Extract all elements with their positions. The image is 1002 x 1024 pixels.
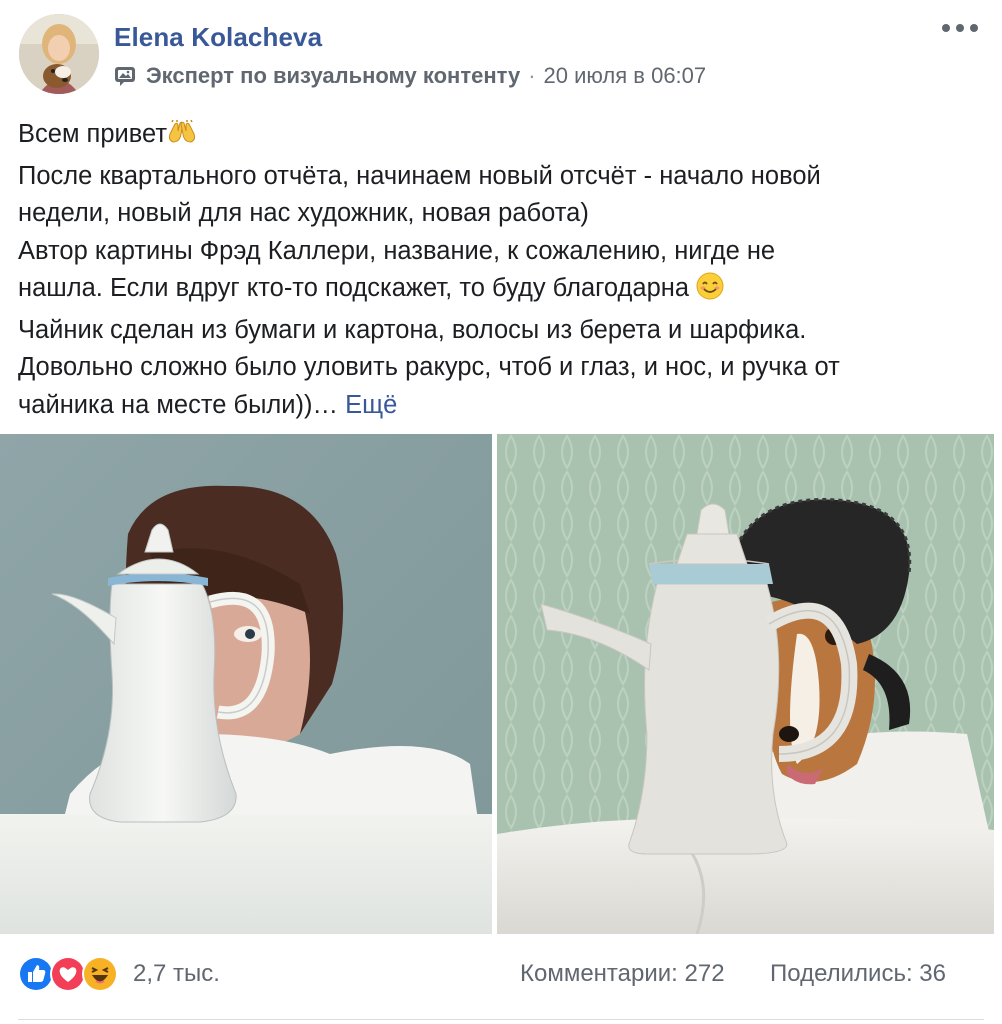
menu-dot [970, 24, 978, 32]
see-more-link[interactable]: Ещё [345, 391, 397, 419]
like-reaction-icon [18, 956, 54, 992]
post-text: Всем привет После квартального отчёта, н… [18, 116, 988, 424]
post-text-line: Чайник сделан из бумаги и картона, волос… [18, 315, 807, 344]
comments-count[interactable]: Комментарии: 272 [520, 960, 725, 988]
author-avatar[interactable] [19, 14, 99, 94]
post-meta: Эксперт по визуальному контенту · 20 июл… [114, 62, 706, 90]
love-reaction-icon [50, 956, 86, 992]
smiling-face-emoji [696, 272, 724, 312]
meta-separator: · [528, 63, 536, 88]
reaction-icons[interactable] [18, 954, 118, 994]
menu-dot [942, 24, 950, 32]
post-text-line: Всем привет [18, 116, 988, 158]
post-text-segment: чайника на месте были))… [18, 390, 339, 419]
post-photo-recreation[interactable] [497, 434, 994, 934]
post-text-segment: Всем привет [18, 120, 168, 148]
reactions-bar: 2,7 тыс. Комментарии: 272 Поделились: 36 [0, 946, 1002, 1006]
post-text-line: чайника на месте были))… Ещё [18, 387, 988, 425]
post-text-segment: нашла. Если вдруг кто-то подскажет, то б… [18, 274, 690, 302]
post-text-line: Довольно сложно было уловить ракурс, что… [18, 353, 840, 381]
post-text-line: нашла. Если вдруг кто-то подскажет, то б… [18, 270, 988, 312]
more-options-icon[interactable] [942, 16, 978, 40]
haha-reaction-icon [82, 956, 118, 992]
menu-dot [956, 24, 964, 32]
footer-divider [18, 1019, 984, 1020]
post-text-line: Автор картины Фрэд Каллери, название, к … [18, 236, 776, 265]
raising-hands-emoji [167, 119, 197, 158]
expert-badge-icon [114, 65, 138, 87]
post-text-line: недели, новый для нас художник, новая ра… [18, 199, 589, 227]
post-photo-painting[interactable] [0, 434, 492, 934]
author-name[interactable]: Elena Kolacheva [114, 22, 322, 53]
reaction-count[interactable]: 2,7 тыс. [133, 960, 220, 988]
post-text-line: После квартального отчёта, начинаем новы… [18, 161, 821, 190]
expert-badge-label[interactable]: Эксперт по визуальному контенту [146, 63, 520, 89]
shares-count[interactable]: Поделились: 36 [770, 960, 946, 988]
post-timestamp[interactable]: 20 июля в 06:07 [544, 63, 707, 89]
post-header: Elena Kolacheva Эксперт по визуальному к… [0, 0, 1002, 110]
